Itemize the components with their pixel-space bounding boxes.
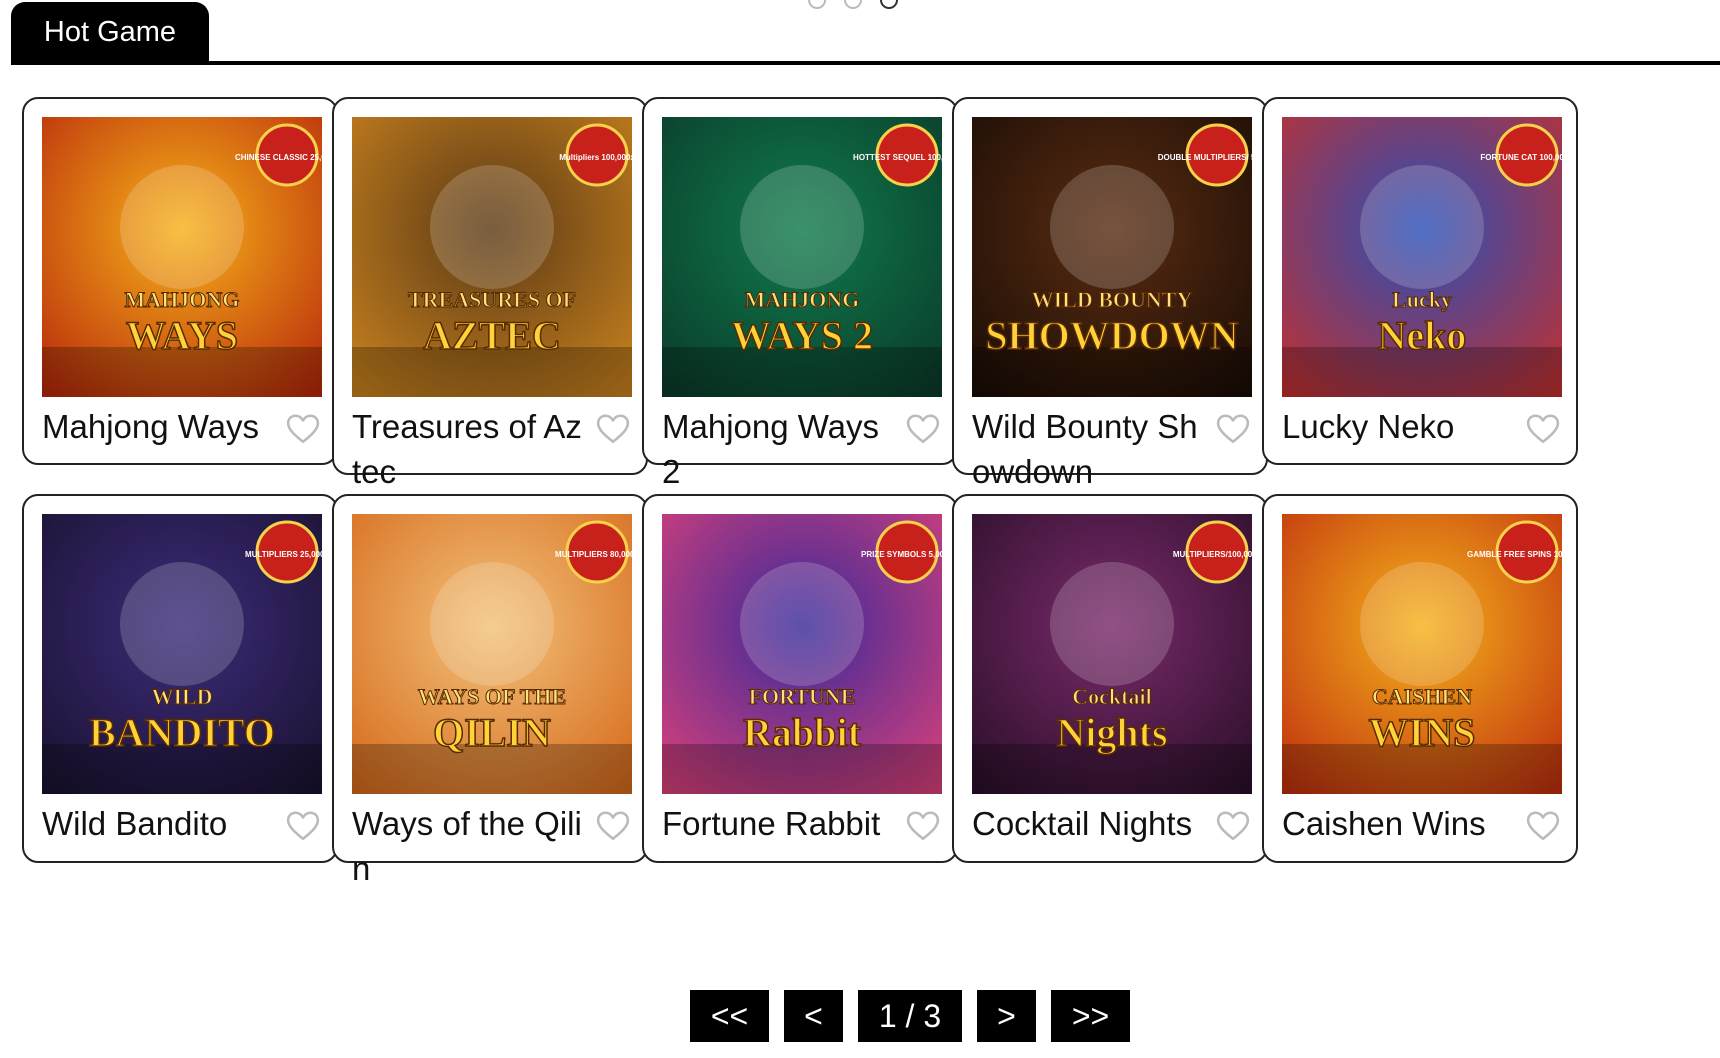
- game-logo-line: QILIN: [433, 710, 551, 755]
- game-title[interactable]: Wild Bounty Showdown: [972, 404, 1206, 494]
- game-badge: Multipliers 100,000x: [559, 153, 632, 162]
- game-title[interactable]: Mahjong Ways: [42, 404, 276, 449]
- last-page-button[interactable]: >>: [1051, 990, 1130, 1042]
- page-indicator: 1 / 3: [858, 990, 962, 1042]
- game-logo-line: Rabbit: [743, 710, 861, 755]
- game-title[interactable]: Wild Bandito: [42, 801, 276, 846]
- game-card[interactable]: GAMBLE FREE SPINS 100,000x CAISHENWINS Cai…: [1262, 494, 1578, 863]
- game-logo-line: FORTUNE: [749, 684, 856, 709]
- favorite-heart-icon[interactable]: [286, 810, 320, 842]
- game-card[interactable]: MULTIPLIERS/100,000x CocktailNights Cockta…: [952, 494, 1268, 863]
- game-title[interactable]: Mahjong Ways 2: [662, 404, 896, 494]
- game-logo-line: WINS: [1369, 710, 1476, 755]
- game-logo-line: SHOWDOWN: [985, 313, 1238, 358]
- first-page-button[interactable]: <<: [690, 990, 769, 1042]
- next-page-button[interactable]: >: [977, 990, 1036, 1042]
- game-logo-line: AZTEC: [423, 313, 561, 358]
- game-logo-line: Neko: [1378, 313, 1467, 358]
- game-thumbnail[interactable]: FORTUNE CAT 100,000X LuckyNeko: [1282, 117, 1562, 397]
- hot-game-tab[interactable]: Hot Game: [11, 2, 209, 62]
- game-logo-line: WAYS: [126, 313, 238, 358]
- favorite-heart-icon[interactable]: [1216, 810, 1250, 842]
- game-logo-line: BANDITO: [89, 710, 275, 755]
- game-logo-line: WILD: [151, 684, 212, 709]
- game-logo-line: Lucky: [1392, 287, 1452, 312]
- game-title[interactable]: Ways of the Qilin: [352, 801, 586, 891]
- game-badge: HOTTEST SEQUEL 100,000x: [853, 153, 942, 162]
- favorite-heart-icon[interactable]: [596, 413, 630, 445]
- game-title[interactable]: Lucky Neko: [1282, 404, 1516, 449]
- game-logo-line: WILD BOUNTY: [1032, 287, 1193, 312]
- pagination: << < 1 / 3 > >>: [690, 990, 1130, 1042]
- favorite-heart-icon[interactable]: [286, 413, 320, 445]
- game-badge: FORTUNE CAT 100,000X: [1480, 153, 1562, 162]
- game-card[interactable]: CHINESE CLASSIC 25,000x MAHJONGWAYS Mahjon…: [22, 97, 338, 465]
- favorite-heart-icon[interactable]: [1526, 413, 1560, 445]
- game-title[interactable]: Treasures of Aztec: [352, 404, 586, 494]
- game-logo-line: CAISHEN: [1372, 684, 1472, 709]
- game-card[interactable]: HOTTEST SEQUEL 100,000xMAHJONGWAYS 2Mahj…: [642, 97, 958, 490]
- game-card[interactable]: MULTIPLIERS 80,000x WAYS OF THE QILIN Ways …: [332, 494, 648, 887]
- header-divider: [11, 61, 1720, 65]
- game-title[interactable]: Fortune Rabbit: [662, 801, 896, 846]
- favorite-heart-icon[interactable]: [906, 810, 940, 842]
- favorite-heart-icon[interactable]: [1526, 810, 1560, 842]
- game-badge: MULTIPLIERS 25,000x: [245, 550, 322, 559]
- game-card[interactable]: DOUBLE MULTIPLIERS/ 5,000X WILD BOUNTYSHO…: [952, 97, 1268, 490]
- prev-page-button[interactable]: <: [784, 990, 843, 1042]
- section-header: Hot Game: [11, 0, 1720, 66]
- game-badge: DOUBLE MULTIPLIERS/ 5,000X: [1158, 153, 1252, 162]
- game-logo-line: WAYS OF THE: [418, 684, 566, 709]
- favorite-heart-icon[interactable]: [906, 413, 940, 445]
- game-thumbnail[interactable]: MULTIPLIERS 25,000x WILD BANDITO: [42, 514, 322, 794]
- game-thumbnail[interactable]: DOUBLE MULTIPLIERS/ 5,000X WILD BOUNTYSHO…: [972, 117, 1252, 397]
- game-thumbnail[interactable]: MULTIPLIERS 80,000x WAYS OF THE QILIN: [352, 514, 632, 794]
- game-badge: MULTIPLIERS 80,000x: [555, 550, 632, 559]
- game-title[interactable]: Cocktail Nights: [972, 801, 1206, 846]
- game-card[interactable]: MULTIPLIERS 25,000x WILD BANDITO Wild Bandi…: [22, 494, 338, 863]
- game-badge: MULTIPLIERS/100,000x: [1173, 550, 1252, 559]
- favorite-heart-icon[interactable]: [1216, 413, 1250, 445]
- game-thumbnail[interactable]: MULTIPLIERS/100,000x CocktailNights: [972, 514, 1252, 794]
- game-thumbnail[interactable]: GAMBLE FREE SPINS 100,000x CAISHENWINS: [1282, 514, 1562, 794]
- game-logo-line: MAHJONG: [745, 287, 860, 312]
- game-logo-line: WAYS 2: [731, 313, 873, 358]
- favorite-heart-icon[interactable]: [596, 810, 630, 842]
- game-thumbnail[interactable]: CHINESE CLASSIC 25,000x MAHJONGWAYS: [42, 117, 322, 397]
- game-logo-line: MAHJONG: [125, 287, 240, 312]
- game-logo-line: Cocktail: [1072, 684, 1151, 709]
- game-card[interactable]: PRIZE SYMBOLS 5,000x FORTUNERabbit Fortune…: [642, 494, 958, 863]
- game-card[interactable]: FORTUNE CAT 100,000X LuckyNeko Lucky Neko: [1262, 97, 1578, 465]
- game-card[interactable]: Multipliers 100,000x TREASURES OF AZTEC Tre…: [332, 97, 648, 490]
- game-logo-line: Nights: [1056, 710, 1167, 755]
- game-thumbnail[interactable]: PRIZE SYMBOLS 5,000x FORTUNERabbit: [662, 514, 942, 794]
- game-logo-line: TREASURES OF: [408, 287, 576, 312]
- game-badge: PRIZE SYMBOLS 5,000x: [861, 550, 942, 559]
- game-badge: CHINESE CLASSIC 25,000x: [235, 153, 322, 162]
- game-thumbnail[interactable]: HOTTEST SEQUEL 100,000x MAHJONGWAYS 2: [662, 117, 942, 397]
- game-thumbnail[interactable]: Multipliers 100,000x TREASURES OF AZTEC: [352, 117, 632, 397]
- game-title[interactable]: Caishen Wins: [1282, 801, 1516, 846]
- game-badge: GAMBLE FREE SPINS 100,000x: [1467, 550, 1562, 559]
